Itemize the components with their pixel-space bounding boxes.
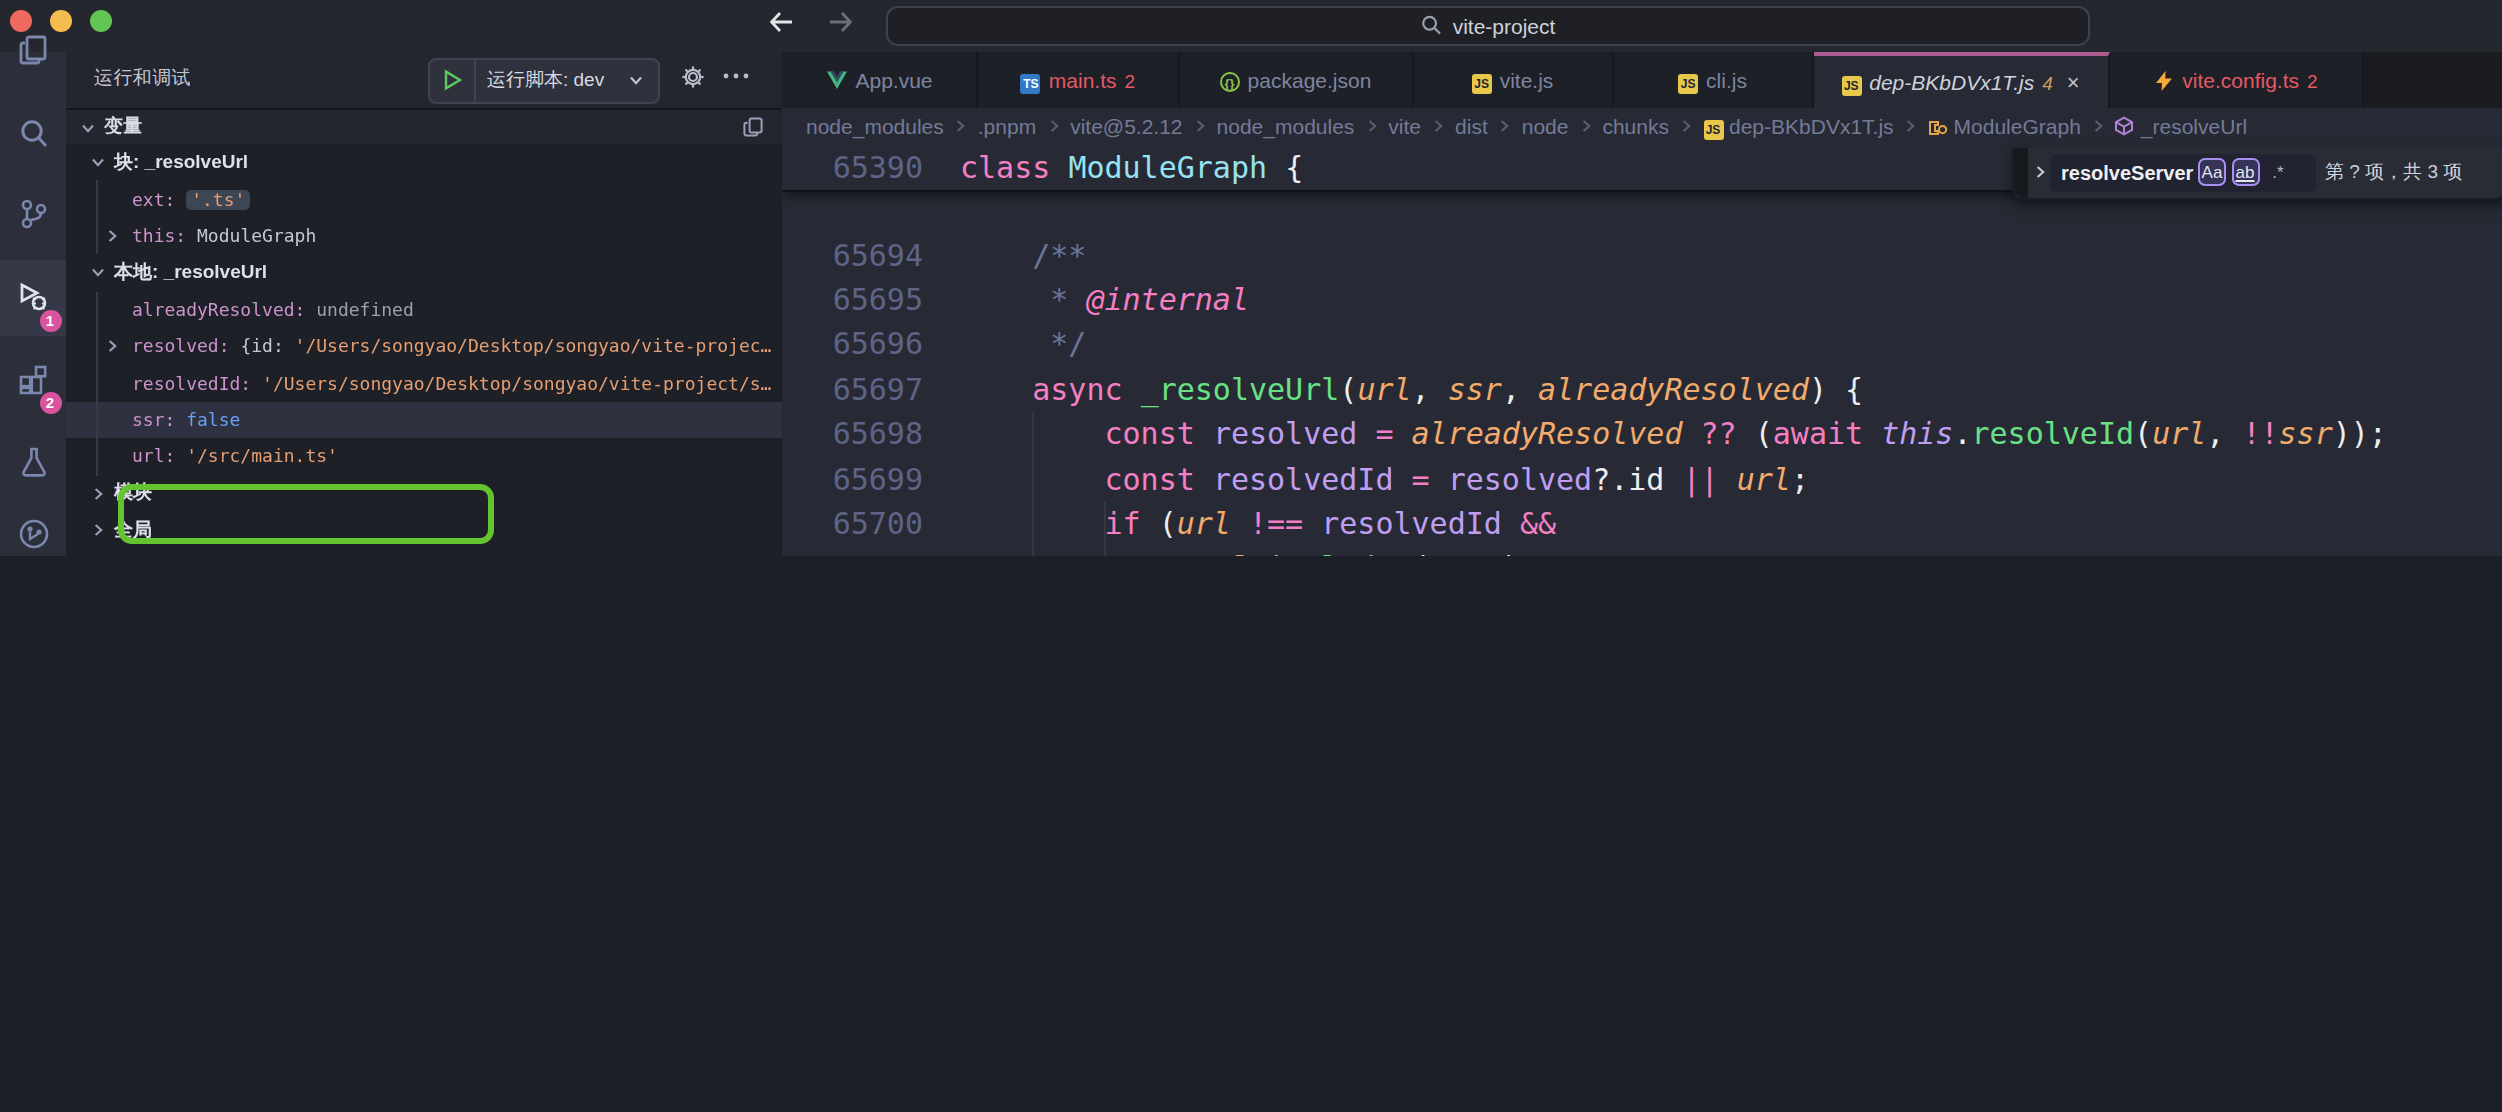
match-case-toggle[interactable]: Aa	[2198, 159, 2226, 187]
code-line-65700: 65700 if (url !== resolvedId &&	[782, 502, 2502, 547]
file-icon	[825, 70, 847, 90]
breadcrumb-item[interactable]: vite	[1388, 115, 1421, 139]
class-icon	[1928, 117, 1948, 137]
code-line-65694: 65694 /**	[782, 233, 2502, 278]
badge: 1	[39, 309, 61, 331]
sidebar-header: 运行和调试 运行脚本: dev	[66, 52, 782, 108]
code-line-65698: 65698 const resolved = alreadyResolved ?…	[782, 412, 2502, 457]
more-actions-icon[interactable]	[722, 72, 750, 80]
breadcrumb-item[interactable]: node_modules	[1217, 115, 1355, 139]
find-widget-sash[interactable]	[2013, 148, 2027, 199]
search-icon	[13, 114, 53, 154]
method-icon	[2115, 117, 2135, 137]
title-bar: vite-project	[0, 0, 2502, 52]
file-icon	[2154, 69, 2174, 91]
maximize-window-button[interactable]	[90, 9, 112, 31]
activity-item-testing[interactable]	[0, 424, 66, 500]
tab-cli.js[interactable]: JScli.js	[1614, 52, 1813, 108]
command-center-search[interactable]: vite-project	[886, 5, 2090, 46]
breadcrumb-item[interactable]: vite@5.2.12	[1070, 115, 1182, 139]
variable-this[interactable]: this: ModuleGraph	[66, 218, 782, 255]
whole-word-toggle[interactable]: ab	[2231, 159, 2259, 187]
tab-package.json[interactable]: {}package.json	[1180, 52, 1413, 108]
testing-icon	[13, 442, 53, 482]
files-icon	[13, 30, 53, 70]
tab-dep-BKbDVx1T.js[interactable]: JSdep-BKbDVx1T.js4×	[1813, 52, 2110, 108]
chevron-down-icon	[613, 72, 657, 88]
variables-scope-块[interactable]: 块: _resolveUrl	[66, 144, 782, 181]
activity-item-run-circle[interactable]	[0, 496, 66, 556]
variable-ext[interactable]: ext: '.ts'	[66, 181, 782, 218]
close-tab-icon[interactable]: ×	[2067, 70, 2080, 94]
editor-tabs: App.vueTSmain.ts2{}package.jsonJSvite.js…	[782, 52, 2502, 108]
file-icon: {}	[1220, 68, 1240, 93]
side-bar-run-and-debug: 运行和调试 运行脚本: dev 变量 块: _resolveUrlext: '.…	[66, 52, 782, 556]
activity-item-extensions[interactable]: 2	[0, 342, 66, 418]
vscode-window: vite-project 12 运行和调试 运行脚本: dev 变量 块: _r…	[0, 0, 2502, 556]
code-editor[interactable]: 65694 /**65695 * @internal65696 */65697 …	[782, 145, 2502, 556]
sidebar-title: 运行和调试	[94, 66, 191, 92]
editor-group: App.vueTSmain.ts2{}package.jsonJSvite.js…	[782, 52, 2502, 556]
variable-ssr[interactable]: ssr: false	[66, 402, 782, 439]
breadcrumb-item[interactable]: node_modules	[806, 115, 944, 139]
variable-resolvedId[interactable]: resolvedId: '/Users/songyao/Desktop/song…	[66, 365, 782, 402]
breadcrumb-item[interactable]: chunks	[1602, 115, 1669, 139]
activity-item-source-control[interactable]	[0, 175, 66, 251]
tab-vite.config.ts[interactable]: vite.config.ts2	[2110, 52, 2364, 108]
breadcrumb-item[interactable]: .pnpm	[978, 115, 1036, 139]
code-line-65695: 65695 * @internal	[782, 278, 2502, 323]
breadcrumb-item[interactable]: JSdep-BKbDVx1T.js	[1703, 114, 1894, 140]
regex-toggle[interactable]: .*	[2264, 159, 2292, 187]
search-text: vite-project	[1453, 14, 1556, 38]
activity-item-files[interactable]	[0, 12, 66, 88]
activity-item-debug[interactable]: 1	[0, 259, 66, 335]
source-control-icon	[13, 193, 53, 233]
code-line-65701: 65701 !url.includes('\0') &&	[782, 547, 2502, 556]
variable-resolved[interactable]: resolved: {id: '/Users/songyao/Desktop/s…	[66, 328, 782, 365]
tab-App.vue[interactable]: App.vue	[782, 52, 978, 108]
find-query-text: resolveServerUrl	[2061, 162, 2193, 184]
breadcrumbs: node_modules .pnpm vite@5.2.12 node_modules…	[782, 108, 2502, 145]
run-circle-icon	[13, 514, 53, 554]
navigate-back-icon[interactable]	[766, 6, 798, 38]
js-icon: JS	[1703, 114, 1723, 140]
find-toggle-replace-icon[interactable]	[2031, 164, 2047, 180]
activity-bar: 12	[0, 52, 66, 556]
variable-alreadyResolved[interactable]: alreadyResolved: undefined	[66, 291, 782, 328]
debug-launch-toolbar[interactable]: 运行脚本: dev	[427, 57, 659, 103]
activity-item-search[interactable]	[0, 96, 66, 172]
file-icon: JS	[1841, 69, 1861, 95]
find-results-count: 第 ? 项，共 3 项	[2325, 148, 2462, 199]
tab-vite.js[interactable]: JSvite.js	[1413, 52, 1614, 108]
debug-start-icon[interactable]	[429, 59, 475, 101]
file-icon: TS	[1021, 67, 1041, 93]
variable-url[interactable]: url: '/src/main.ts'	[66, 438, 782, 475]
breadcrumb-item[interactable]: _resolveUrl	[2115, 115, 2247, 139]
search-icon	[1421, 15, 1443, 37]
file-icon: JS	[1472, 67, 1492, 93]
badge: 2	[39, 392, 61, 414]
code-line-65699: 65699 const resolvedId = resolved?.id ||…	[782, 457, 2502, 502]
debug-settings-gear-icon[interactable]	[680, 64, 706, 90]
tab-main.ts[interactable]: TSmain.ts2	[978, 52, 1180, 108]
debug-config-select[interactable]: 运行脚本: dev	[475, 67, 613, 93]
copy-value-icon[interactable]	[742, 116, 764, 138]
breadcrumb-item[interactable]: ModuleGraph	[1928, 115, 2081, 139]
variables-scope-本地[interactable]: 本地: _resolveUrl	[66, 254, 782, 291]
breadcrumb-item[interactable]: node	[1522, 115, 1569, 139]
annotation-highlight-box	[118, 484, 494, 543]
navigate-forward-icon[interactable]	[824, 6, 856, 38]
code-line-65697: 65697 async _resolveUrl(url, ssr, alread…	[782, 367, 2502, 412]
find-widget: resolveServerUrl Aa ab .* 第 ? 项，共 3 项	[2011, 148, 2502, 201]
file-icon: JS	[1678, 67, 1698, 93]
find-input[interactable]: resolveServerUrl Aa ab .*	[2049, 154, 2315, 192]
code-line-65696: 65696 */	[782, 323, 2502, 368]
tabstrip-empty	[2364, 52, 2502, 108]
variables-section-header[interactable]: 变量	[66, 110, 782, 144]
breadcrumb-item[interactable]: dist	[1455, 115, 1488, 139]
